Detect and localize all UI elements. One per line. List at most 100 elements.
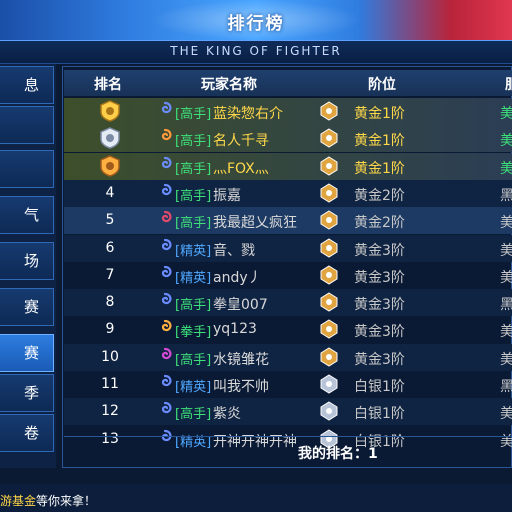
- sidebar-item-7[interactable]: 季: [0, 374, 54, 412]
- player-name[interactable]: 灬FOX灬: [213, 158, 269, 178]
- rank-number: 6: [105, 240, 115, 256]
- table-header: [64, 70, 512, 96]
- player-rank-icon: [156, 128, 174, 146]
- player-tier: [高手]: [175, 107, 212, 122]
- player-name[interactable]: 音、戮: [213, 240, 255, 260]
- player-name[interactable]: 叫我不帅: [213, 376, 269, 396]
- level-emblem-icon: [318, 100, 340, 122]
- player-rank-icon: [156, 319, 174, 337]
- rank-number: 12: [101, 403, 119, 419]
- player-server: 美: [500, 434, 512, 450]
- player-rank-icon: [156, 238, 174, 256]
- my-rank-label: 我的排名：1: [298, 446, 378, 462]
- table-row[interactable]: [64, 289, 512, 316]
- rank-number: 8: [105, 294, 115, 310]
- player-rank-icon: [156, 183, 174, 201]
- player-server: 美: [500, 161, 512, 177]
- player-name[interactable]: 紫炎: [213, 403, 241, 423]
- sidebar-item-5[interactable]: 赛: [0, 288, 54, 326]
- player-level: 黄金1阶: [354, 106, 405, 122]
- player-name[interactable]: 水镜雏花: [213, 349, 269, 369]
- sidebar-item-2[interactable]: [0, 150, 54, 188]
- table-row[interactable]: [64, 371, 512, 398]
- rank-number: 7: [105, 267, 115, 283]
- player-name[interactable]: 蓝染惣右介: [213, 103, 283, 123]
- player-server: 美: [500, 406, 512, 422]
- player-tier: [高手]: [175, 353, 212, 368]
- player-level: 黄金3阶: [354, 297, 405, 313]
- player-tier: [高手]: [175, 216, 212, 231]
- ticker-highlight: 游基金: [0, 494, 37, 508]
- player-server: 美: [500, 270, 512, 286]
- level-emblem-icon: [318, 155, 340, 177]
- table-row[interactable]: [64, 153, 512, 180]
- player-level: 白银1阶: [354, 406, 405, 422]
- player-level: 黄金1阶: [354, 161, 405, 177]
- page-subtitle: THE KING OF FIGHTER: [170, 44, 342, 58]
- player-rank-icon: [156, 265, 174, 283]
- level-emblem-icon: [318, 291, 340, 313]
- player-rank-icon: [156, 101, 174, 119]
- sidebar-item-4[interactable]: 场: [0, 242, 54, 280]
- player-server: 黑: [500, 297, 512, 313]
- table-row[interactable]: [64, 235, 512, 262]
- player-level: 黄金3阶: [354, 324, 405, 340]
- table-row[interactable]: [64, 98, 512, 125]
- player-level: 黄金3阶: [354, 352, 405, 368]
- player-name[interactable]: andy丿: [213, 267, 262, 287]
- sidebar-item-3[interactable]: 气: [0, 196, 54, 234]
- sidebar-item-6[interactable]: 赛: [0, 334, 54, 372]
- player-tier: [精英]: [175, 380, 212, 395]
- rank-number: 4: [105, 185, 115, 201]
- player-rank-icon: [156, 401, 174, 419]
- player-rank-icon: [156, 347, 174, 365]
- table-row[interactable]: [64, 125, 512, 152]
- player-tier: [精英]: [175, 435, 212, 450]
- player-name[interactable]: 我最超乂疯狂: [213, 212, 297, 232]
- sidebar-item-8[interactable]: 卷: [0, 414, 54, 452]
- level-emblem-icon: [318, 127, 340, 149]
- rank-number: 9: [105, 321, 115, 337]
- header-name: 玩家名称: [201, 77, 257, 93]
- player-tier: [高手]: [175, 189, 212, 204]
- player-rank-icon: [156, 156, 174, 174]
- player-tier: [高手]: [175, 162, 212, 177]
- table-row[interactable]: [64, 180, 512, 207]
- player-name[interactable]: 振嘉: [213, 185, 241, 205]
- table-row[interactable]: [64, 398, 512, 425]
- player-name[interactable]: 拳皇007: [213, 294, 268, 314]
- player-rank-icon: [156, 429, 174, 447]
- player-tier: [精英]: [175, 271, 212, 286]
- level-emblem-icon: [318, 237, 340, 259]
- player-name[interactable]: yq123: [213, 321, 257, 337]
- header-rank: 排名: [94, 77, 122, 93]
- player-server: 美: [500, 243, 512, 259]
- footer-divider: [64, 436, 512, 437]
- level-emblem-icon: [318, 373, 340, 395]
- player-server: 美: [500, 133, 512, 149]
- player-rank-icon: [156, 292, 174, 310]
- player-tier: [高手]: [175, 134, 212, 149]
- player-rank-icon: [156, 374, 174, 392]
- table-row[interactable]: [64, 316, 512, 343]
- silver-medal-icon: [99, 127, 121, 149]
- level-emblem-icon: [318, 209, 340, 231]
- player-name[interactable]: 名人千寻: [213, 130, 269, 150]
- player-name[interactable]: 开神开神开神: [213, 431, 297, 451]
- sidebar-item-0[interactable]: 息: [0, 66, 54, 104]
- table-row[interactable]: [64, 262, 512, 289]
- player-tier: [精英]: [175, 244, 212, 259]
- player-rank-icon: [156, 210, 174, 228]
- player-level: 黄金3阶: [354, 243, 405, 259]
- player-server: 黑: [500, 379, 512, 395]
- player-server: 美: [500, 324, 512, 340]
- ticker-message: 等你来拿！: [36, 494, 97, 508]
- player-level: 黄金3阶: [354, 270, 405, 286]
- rank-number: 10: [101, 349, 119, 365]
- level-emblem-icon: [318, 400, 340, 422]
- level-emblem-icon: [318, 264, 340, 286]
- header-level: 阶位: [368, 77, 396, 93]
- player-level: 黄金2阶: [354, 215, 405, 231]
- sidebar-item-1[interactable]: [0, 106, 54, 144]
- table-row[interactable]: [64, 344, 512, 371]
